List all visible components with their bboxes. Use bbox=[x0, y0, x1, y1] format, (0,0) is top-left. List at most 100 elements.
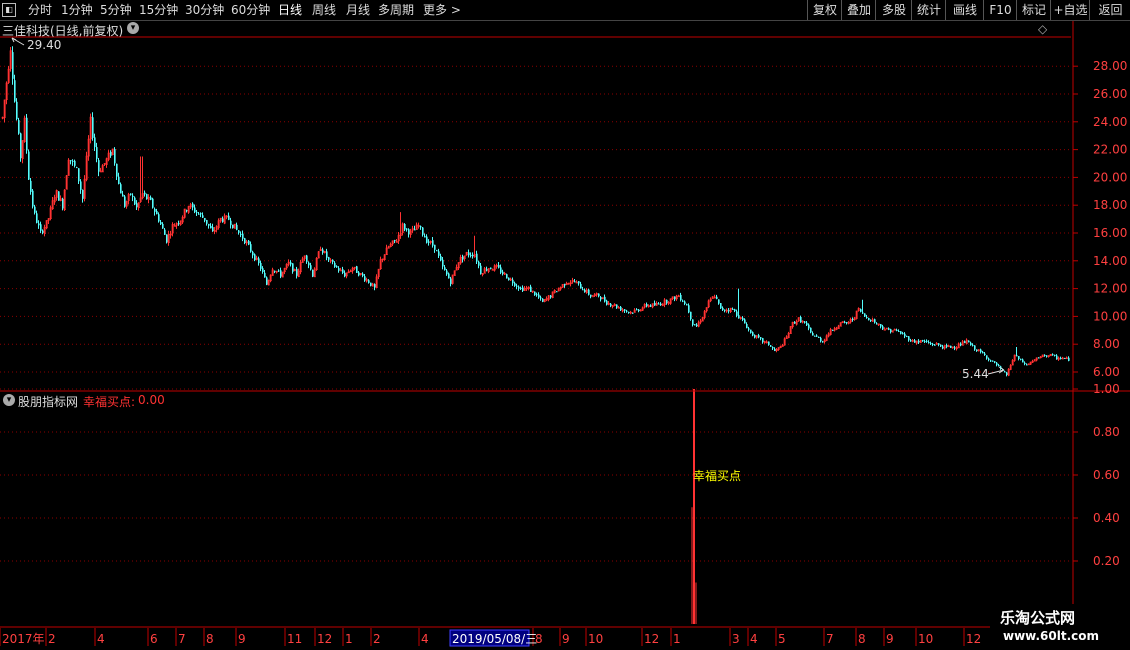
xaxis-label: 4 bbox=[750, 632, 758, 646]
candle-body bbox=[166, 234, 168, 243]
indicator-dropdown-icon[interactable]: ▾ bbox=[3, 394, 15, 406]
xaxis-label: 2017年 bbox=[2, 632, 45, 646]
candle-body bbox=[574, 281, 576, 283]
candle-body bbox=[424, 235, 426, 238]
candle-body bbox=[1038, 357, 1040, 359]
candle-body bbox=[716, 296, 718, 299]
candle-body bbox=[742, 317, 744, 321]
candle-body bbox=[636, 309, 638, 311]
candle-body bbox=[1026, 364, 1028, 366]
candle-body bbox=[732, 308, 734, 310]
low-price-label: 5.44 bbox=[962, 367, 989, 381]
candle-body bbox=[536, 294, 538, 296]
candle-body bbox=[846, 322, 848, 324]
candle-body bbox=[78, 168, 80, 182]
candle-body bbox=[312, 269, 314, 277]
candle-body bbox=[262, 268, 264, 273]
candle-body bbox=[904, 333, 906, 337]
candle-body bbox=[896, 329, 898, 331]
candle-body bbox=[472, 254, 474, 257]
candle-body bbox=[422, 227, 424, 235]
candle-body bbox=[428, 241, 430, 243]
candle-body bbox=[542, 298, 544, 302]
candle-body bbox=[870, 319, 872, 321]
high-price-label: 29.40 bbox=[27, 38, 62, 52]
candle-body bbox=[173, 225, 176, 227]
title-dropdown-icon[interactable]: ▾ bbox=[127, 22, 139, 34]
candle-body bbox=[1006, 372, 1008, 376]
candle-body bbox=[206, 220, 208, 224]
candle-body bbox=[30, 180, 32, 192]
candle-body bbox=[338, 268, 340, 271]
candle-body bbox=[40, 224, 42, 231]
candle-body bbox=[76, 167, 78, 169]
xaxis-label: 9 bbox=[562, 632, 570, 646]
candle-body bbox=[290, 262, 292, 265]
candle-body bbox=[686, 304, 688, 306]
candle-body bbox=[212, 227, 214, 232]
candle-body bbox=[308, 262, 310, 266]
candle-body bbox=[628, 311, 630, 313]
candle-body bbox=[328, 257, 330, 260]
candle-body bbox=[694, 324, 696, 326]
candle-body bbox=[508, 277, 510, 281]
candle-body bbox=[18, 120, 20, 134]
candle-body bbox=[888, 328, 890, 330]
xaxis-label: 2 bbox=[373, 632, 381, 646]
candle-body bbox=[342, 269, 344, 273]
candle-body bbox=[248, 240, 250, 245]
candle-body bbox=[442, 259, 444, 267]
watermark-url: www.60lt.com bbox=[1003, 629, 1100, 643]
candle-body bbox=[132, 195, 134, 198]
diamond-icon[interactable]: ◇ bbox=[1038, 22, 1047, 36]
candle-body bbox=[682, 300, 684, 302]
candle-body bbox=[591, 295, 594, 298]
xaxis-label: 9 bbox=[886, 632, 894, 646]
candle-body bbox=[146, 194, 148, 200]
candle-body bbox=[208, 223, 210, 226]
candle-body bbox=[266, 277, 268, 285]
candle-body bbox=[692, 319, 694, 325]
candle-body bbox=[150, 197, 152, 200]
candle-body bbox=[582, 289, 584, 291]
candle-body bbox=[406, 228, 408, 230]
candle-body bbox=[486, 269, 488, 271]
candle-body bbox=[914, 340, 916, 343]
candle-body bbox=[950, 345, 952, 348]
candle-body bbox=[164, 229, 166, 235]
xaxis-label: 12 bbox=[644, 632, 659, 646]
candle-body bbox=[902, 333, 904, 335]
candle-body bbox=[976, 349, 978, 352]
candle-body bbox=[94, 137, 96, 148]
candle-body bbox=[332, 259, 334, 262]
candle-body bbox=[998, 365, 1000, 367]
candle-body bbox=[470, 254, 472, 256]
candle-body bbox=[794, 322, 796, 324]
candle-body bbox=[604, 296, 606, 302]
candle-body bbox=[660, 303, 662, 305]
candle-body bbox=[36, 213, 38, 223]
price-tick-label: 10.00 bbox=[1093, 309, 1127, 323]
chart-area[interactable]: 28.0026.0024.0022.0020.0018.0016.0014.00… bbox=[0, 0, 1130, 650]
indicator-name[interactable]: 股朋指标网 bbox=[18, 393, 78, 410]
candle-body bbox=[938, 343, 940, 345]
candle-body bbox=[808, 324, 810, 329]
candle-body bbox=[480, 265, 482, 274]
candle-body bbox=[130, 193, 132, 195]
candle-body bbox=[80, 181, 82, 190]
price-tick-label: 28.00 bbox=[1093, 59, 1127, 73]
watermark-title: 乐淘公式网 bbox=[1000, 609, 1076, 627]
stock-title: 三佳科技(日线,前复权) bbox=[2, 24, 124, 38]
candle-body bbox=[1046, 355, 1048, 357]
candle-body bbox=[120, 184, 122, 194]
candle-body bbox=[658, 303, 660, 305]
candle-body bbox=[992, 360, 994, 362]
candle-body bbox=[774, 348, 776, 352]
candle-body bbox=[462, 256, 464, 260]
candle-body bbox=[646, 304, 648, 307]
price-tick-label: 18.00 bbox=[1093, 198, 1127, 212]
candle-body bbox=[868, 317, 870, 321]
candle-body bbox=[738, 315, 740, 319]
candle-body bbox=[210, 225, 212, 229]
candle-body bbox=[258, 258, 260, 264]
